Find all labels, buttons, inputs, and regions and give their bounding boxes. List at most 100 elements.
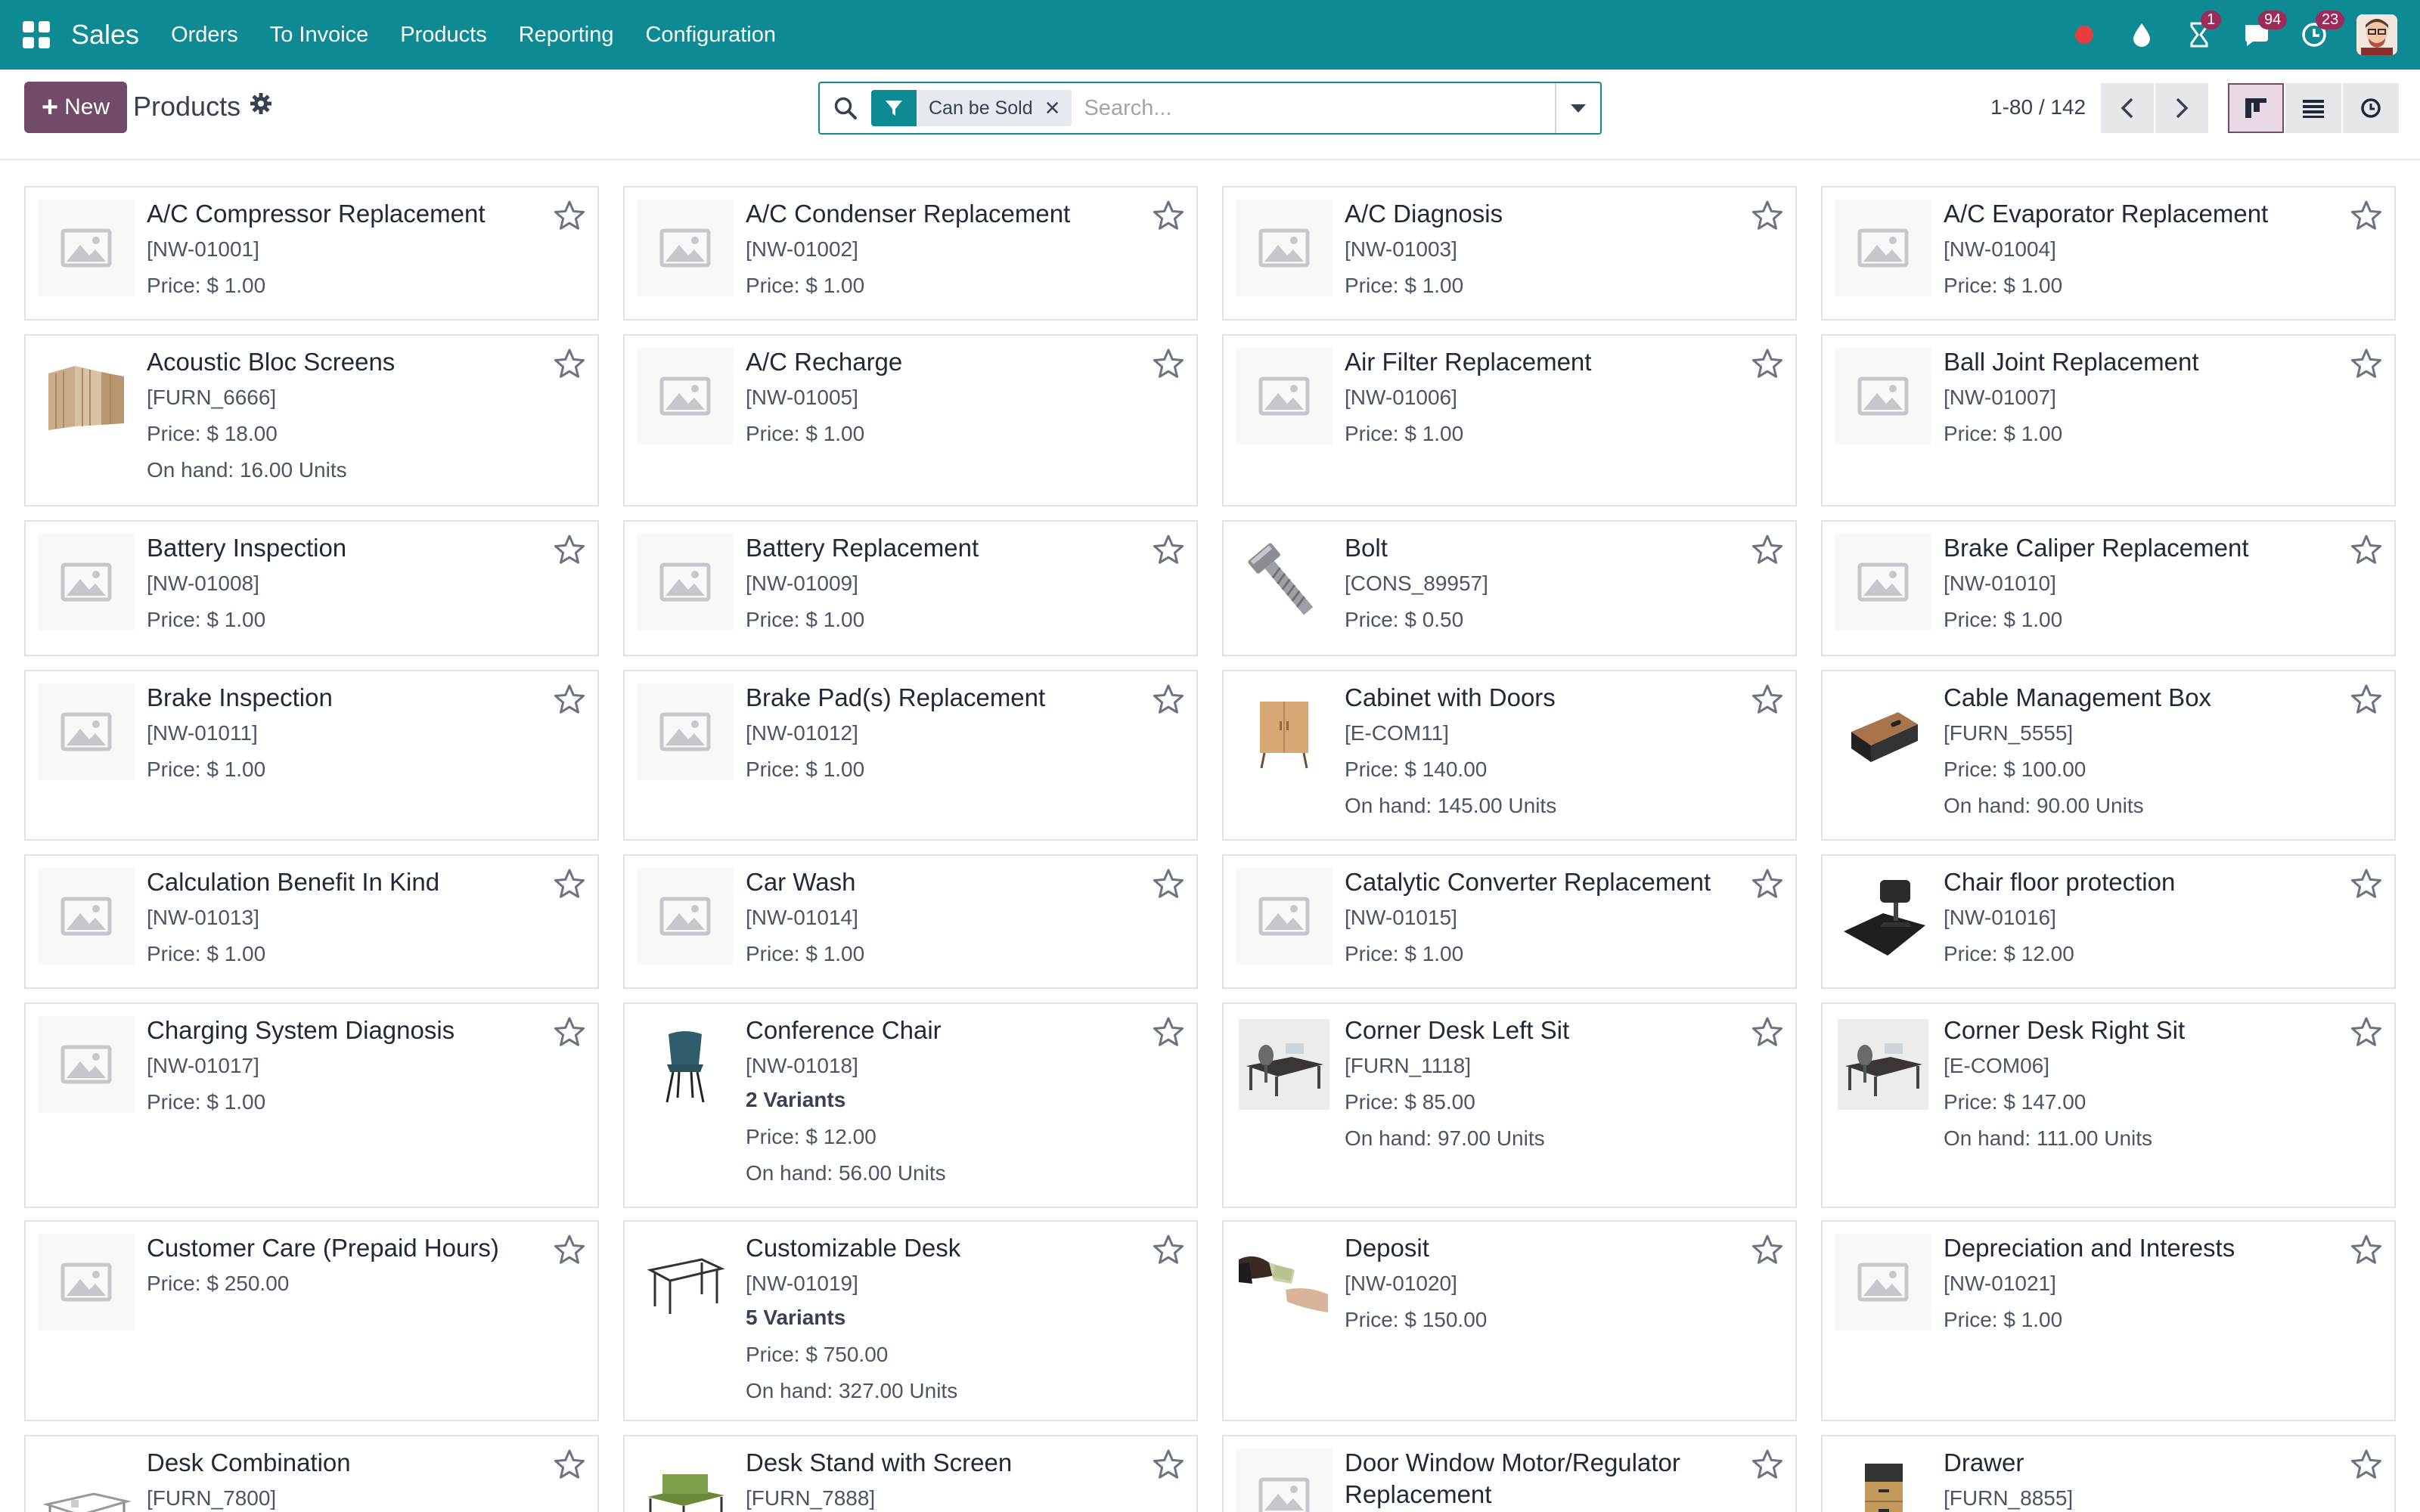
favorite-star-icon[interactable]: [1153, 1234, 1184, 1266]
favorite-star-icon[interactable]: [2350, 534, 2382, 565]
activity-view-button[interactable]: [2343, 83, 2399, 133]
product-card[interactable]: Drawer [FURN_8855]: [1821, 1435, 2396, 1512]
product-card[interactable]: Corner Desk Right Sit [E-COM06] Price: $ 1…: [1821, 1002, 2396, 1208]
menu-orders[interactable]: Orders: [171, 23, 238, 48]
product-reference: [NW-01016]: [1944, 906, 2056, 929]
gear-icon[interactable]: [250, 92, 272, 121]
activity-hourglass-icon[interactable]: 1: [2184, 11, 2222, 50]
product-reference: [NW-01007]: [1944, 386, 2056, 409]
pager-next-button[interactable]: [2155, 83, 2208, 133]
product-price: Price: $ 1.00: [1944, 274, 2063, 297]
favorite-star-icon[interactable]: [554, 534, 585, 565]
search-options-toggle[interactable]: [1555, 83, 1600, 133]
product-card[interactable]: Desk Stand with Screen [FURN_7888]: [623, 1435, 1198, 1512]
image-placeholder-icon: [38, 534, 135, 631]
favorite-star-icon[interactable]: [1751, 1448, 1783, 1480]
remove-facet-icon[interactable]: ×: [1045, 95, 1072, 121]
favorite-star-icon[interactable]: [1751, 868, 1783, 900]
product-card[interactable]: Conference Chair [NW-01018] 2 Variants Pric…: [623, 1002, 1198, 1208]
product-card[interactable]: Brake Inspection [NW-01011] Price: $ 1.00: [24, 670, 599, 841]
app-brand[interactable]: Sales: [71, 19, 139, 51]
product-card[interactable]: Depreciation and Interests [NW-01021] Pric…: [1821, 1220, 2396, 1421]
product-name: Brake Caliper Replacement: [1944, 534, 2249, 562]
favorite-star-icon[interactable]: [2350, 348, 2382, 380]
product-card[interactable]: Battery Inspection [NW-01008] Price: $ 1.0…: [24, 520, 599, 656]
product-card[interactable]: Desk Combination [FURN_7800]: [24, 1435, 599, 1512]
product-card[interactable]: Customizable Desk [NW-01019] 5 Variants Pri…: [623, 1220, 1198, 1421]
favorite-star-icon[interactable]: [1153, 683, 1184, 715]
product-card[interactable]: Brake Caliper Replacement [NW-01010] Price…: [1821, 520, 2396, 656]
product-card[interactable]: A/C Compressor Replacement [NW-01001] Pric…: [24, 186, 599, 321]
kanban-icon: [2245, 98, 2266, 118]
favorite-star-icon[interactable]: [554, 348, 585, 380]
favorite-star-icon[interactable]: [2350, 868, 2382, 900]
product-card[interactable]: Car Wash [NW-01014] Price: $ 1.00: [623, 854, 1198, 989]
favorite-star-icon[interactable]: [1153, 348, 1184, 380]
product-card[interactable]: Ball Joint Replacement [NW-01007] Price: $…: [1821, 334, 2396, 507]
user-avatar[interactable]: [2356, 14, 2397, 55]
menu-to-invoice[interactable]: To Invoice: [270, 23, 369, 48]
pager-value[interactable]: 1-80 / 142: [1990, 95, 2086, 119]
favorite-star-icon[interactable]: [1751, 348, 1783, 380]
favorite-star-icon[interactable]: [1751, 1234, 1783, 1266]
favorite-star-icon[interactable]: [554, 1448, 585, 1480]
product-card[interactable]: Door Window Motor/Regulator Replacement: [1222, 1435, 1797, 1512]
new-button[interactable]: + New: [24, 82, 127, 133]
product-card[interactable]: Acoustic Bloc Screens [FURN_6666] Price: $…: [24, 334, 599, 507]
favorite-star-icon[interactable]: [1153, 868, 1184, 900]
product-card[interactable]: Air Filter Replacement [NW-01006] Price: $…: [1222, 334, 1797, 507]
favorite-star-icon[interactable]: [1751, 1016, 1783, 1048]
favorite-star-icon[interactable]: [1153, 534, 1184, 565]
product-card-body: Battery Replacement [NW-01009] Price: $ 1.…: [746, 532, 1143, 640]
favorite-star-icon[interactable]: [1153, 200, 1184, 231]
droplet-icon[interactable]: [2127, 20, 2157, 50]
favorite-star-icon[interactable]: [1751, 683, 1783, 715]
favorite-star-icon[interactable]: [2350, 1016, 2382, 1048]
product-card[interactable]: A/C Recharge [NW-01005] Price: $ 1.00: [623, 334, 1198, 507]
apps-menu-icon[interactable]: [23, 21, 50, 48]
product-card[interactable]: Battery Replacement [NW-01009] Price: $ 1.…: [623, 520, 1198, 656]
search-icon[interactable]: [833, 94, 861, 122]
menu-reporting[interactable]: Reporting: [519, 23, 614, 48]
favorite-star-icon[interactable]: [554, 868, 585, 900]
product-card[interactable]: Catalytic Converter Replacement [NW-01015…: [1222, 854, 1797, 989]
product-card[interactable]: Calculation Benefit In Kind [NW-01013] Pri…: [24, 854, 599, 989]
favorite-star-icon[interactable]: [554, 683, 585, 715]
favorite-star-icon[interactable]: [1153, 1448, 1184, 1480]
product-card[interactable]: Charging System Diagnosis [NW-01017] Price…: [24, 1002, 599, 1208]
favorite-star-icon[interactable]: [554, 1016, 585, 1048]
favorite-star-icon[interactable]: [2350, 683, 2382, 715]
favorite-star-icon[interactable]: [1751, 200, 1783, 231]
product-card[interactable]: Cabinet with Doors [E-COM11] Price: $ 140.…: [1222, 670, 1797, 841]
product-card[interactable]: Chair floor protection [NW-01016] Price: $…: [1821, 854, 2396, 989]
product-card[interactable]: A/C Evaporator Replacement [NW-01004] Pric…: [1821, 186, 2396, 321]
clock-icon[interactable]: 23: [2299, 11, 2345, 50]
product-card[interactable]: Corner Desk Left Sit [FURN_1118] Price: $ …: [1222, 1002, 1797, 1208]
chevron-right-icon: [2176, 98, 2189, 119]
product-card-body: Depreciation and Interests [NW-01021] Pric…: [1944, 1232, 2341, 1340]
favorite-star-icon[interactable]: [1751, 534, 1783, 565]
product-card[interactable]: Bolt [CONS_89957] Price: $ 0.50: [1222, 520, 1797, 656]
product-card[interactable]: Deposit [NW-01020] Price: $ 150.00: [1222, 1220, 1797, 1421]
product-card[interactable]: Customer Care (Prepaid Hours) Price: $ 25…: [24, 1220, 599, 1421]
favorite-star-icon[interactable]: [1153, 1016, 1184, 1048]
menu-products[interactable]: Products: [400, 23, 486, 48]
product-card[interactable]: A/C Condenser Replacement [NW-01002] Price…: [623, 186, 1198, 321]
product-price: Price: $ 18.00: [147, 422, 278, 445]
list-view-button[interactable]: [2285, 83, 2341, 133]
product-card[interactable]: Brake Pad(s) Replacement [NW-01012] Price:…: [623, 670, 1198, 841]
favorite-star-icon[interactable]: [2350, 1234, 2382, 1266]
favorite-star-icon[interactable]: [554, 1234, 585, 1266]
favorite-star-icon[interactable]: [554, 200, 585, 231]
kanban-view-button[interactable]: [2228, 83, 2284, 133]
messages-icon[interactable]: 94: [2242, 11, 2288, 50]
favorite-star-icon[interactable]: [2350, 200, 2382, 231]
pager-previous-button[interactable]: [2101, 83, 2154, 133]
favorite-star-icon[interactable]: [2350, 1448, 2382, 1480]
search-input[interactable]: [1084, 85, 1555, 131]
product-card[interactable]: A/C Diagnosis [NW-01003] Price: $ 1.00: [1222, 186, 1797, 321]
status-dot-icon[interactable]: [2069, 20, 2099, 50]
menu-configuration[interactable]: Configuration: [645, 23, 776, 48]
product-on-hand: On hand: 56.00 Units: [746, 1161, 946, 1185]
product-card[interactable]: Cable Management Box [FURN_5555] Price: $ …: [1821, 670, 2396, 841]
